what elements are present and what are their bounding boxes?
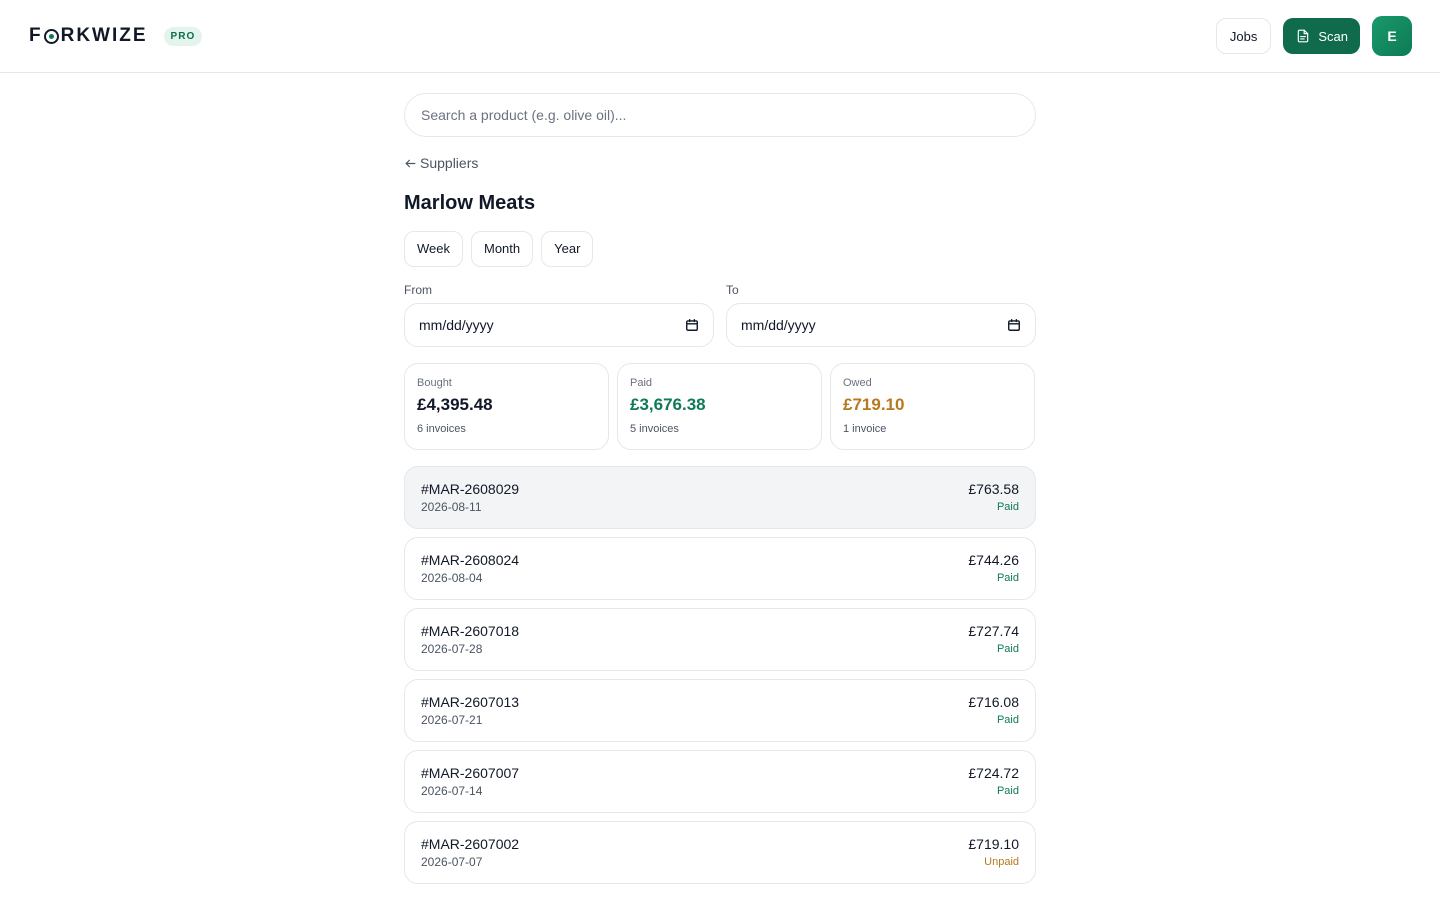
invoice-right: £719.10 Unpaid bbox=[968, 836, 1019, 868]
stat-card-bought: Bought £4,395.48 6 invoices bbox=[404, 362, 609, 450]
invoice-status-badge: Paid bbox=[996, 501, 1019, 513]
invoice-number: #MAR-2608024 bbox=[421, 551, 520, 568]
stat-subtext: 6 invoices bbox=[417, 422, 466, 435]
invoice-amount: £724.72 bbox=[968, 765, 1019, 781]
invoice-date: 2026-07-14 bbox=[421, 783, 483, 798]
logo-text-prefix: F bbox=[29, 25, 43, 46]
invoice-right: £727.74 Paid bbox=[968, 623, 1019, 655]
invoice-number: #MAR-2608029 bbox=[421, 480, 520, 497]
logo-text-suffix: RKWIZE bbox=[60, 25, 148, 46]
invoice-date: 2026-07-21 bbox=[421, 712, 483, 727]
page-title: Marlow Meats bbox=[404, 191, 536, 214]
stat-label: Owed bbox=[843, 376, 872, 389]
stat-card-paid: Paid £3,676.38 5 invoices bbox=[617, 362, 822, 450]
stat-subtext: 5 invoices bbox=[630, 422, 679, 435]
invoice-left: #MAR-2607007 2026-07-14 bbox=[421, 765, 519, 798]
invoice-right: £744.26 Paid bbox=[968, 552, 1019, 584]
invoice-list: #MAR-2608029 2026-08-11 £763.58 Paid #MAR-26… bbox=[404, 465, 1036, 884]
range-year-button[interactable]: Year bbox=[541, 230, 594, 267]
invoice-row[interactable]: #MAR-2607018 2026-07-28 £727.74 Paid bbox=[404, 607, 1036, 671]
invoice-date: 2026-08-11 bbox=[421, 499, 482, 514]
to-date-label: To bbox=[726, 282, 739, 297]
search-input[interactable] bbox=[404, 93, 1036, 137]
scan-button-label: Scan bbox=[1318, 28, 1348, 44]
back-to-suppliers-link[interactable]: Suppliers bbox=[404, 155, 478, 171]
to-date-input[interactable]: mm/dd/yyyy bbox=[726, 302, 1036, 347]
invoice-right: £763.58 Paid bbox=[968, 481, 1019, 513]
from-date-label: From bbox=[404, 282, 432, 297]
invoice-row[interactable]: #MAR-2607002 2026-07-07 £719.10 Unpaid bbox=[404, 820, 1036, 884]
stat-card-owed: Owed £719.10 1 invoice bbox=[830, 362, 1035, 450]
from-date-value: mm/dd/yyyy bbox=[419, 316, 494, 333]
stat-subtext: 1 invoice bbox=[843, 422, 887, 435]
invoice-left: #MAR-2608029 2026-08-11 bbox=[421, 481, 519, 514]
stat-label: Bought bbox=[417, 376, 452, 389]
main-content: Suppliers Marlow Meats Week Month Year F… bbox=[404, 93, 1036, 884]
invoice-row[interactable]: #MAR-2607007 2026-07-14 £724.72 Paid bbox=[404, 749, 1036, 813]
invoice-left: #MAR-2608024 2026-08-04 bbox=[421, 552, 519, 585]
invoice-left: #MAR-2607002 2026-07-07 bbox=[421, 836, 519, 869]
invoice-status-badge: Paid bbox=[996, 572, 1019, 584]
invoice-amount: £763.58 bbox=[968, 481, 1019, 497]
document-icon bbox=[1298, 29, 1309, 43]
invoice-number: #MAR-2607018 bbox=[421, 622, 520, 639]
arrow-left-icon bbox=[405, 159, 416, 167]
stat-value: £3,676.38 bbox=[630, 394, 706, 414]
jobs-button[interactable]: Jobs bbox=[1215, 18, 1272, 54]
range-week-button[interactable]: Week bbox=[404, 230, 463, 267]
pro-badge: PRO bbox=[163, 26, 203, 46]
brand: F RKWIZE PRO bbox=[29, 25, 203, 47]
summary-stats: Bought £4,395.48 6 invoices Paid £3,676.… bbox=[404, 362, 1036, 450]
stat-value: £4,395.48 bbox=[417, 394, 493, 414]
back-link-label: Suppliers bbox=[420, 155, 479, 171]
invoice-number: #MAR-2607002 bbox=[421, 835, 520, 852]
header-actions: Jobs Scan E bbox=[1215, 16, 1412, 56]
invoice-status-badge: Unpaid bbox=[984, 856, 1019, 868]
invoice-status-badge: Paid bbox=[996, 785, 1019, 797]
calendar-icon[interactable] bbox=[685, 318, 699, 332]
range-month-button[interactable]: Month bbox=[471, 230, 534, 267]
calendar-icon[interactable] bbox=[1007, 318, 1021, 332]
stat-label: Paid bbox=[630, 376, 653, 389]
stat-value: £719.10 bbox=[843, 394, 905, 414]
invoice-right: £724.72 Paid bbox=[968, 765, 1019, 797]
invoice-amount: £719.10 bbox=[968, 836, 1019, 852]
invoice-amount: £744.26 bbox=[968, 552, 1019, 568]
invoice-right: £716.08 Paid bbox=[968, 694, 1019, 726]
invoice-left: #MAR-2607018 2026-07-28 bbox=[421, 623, 519, 656]
invoice-amount: £716.08 bbox=[968, 694, 1019, 710]
scan-button[interactable]: Scan bbox=[1283, 18, 1360, 54]
invoice-row[interactable]: #MAR-2608024 2026-08-04 £744.26 Paid bbox=[404, 536, 1036, 600]
logo[interactable]: F RKWIZE bbox=[29, 25, 148, 47]
logo-o-icon bbox=[43, 28, 59, 44]
invoice-number: #MAR-2607013 bbox=[421, 693, 520, 710]
invoice-date: 2026-08-04 bbox=[421, 570, 483, 585]
to-date-value: mm/dd/yyyy bbox=[741, 316, 816, 333]
avatar[interactable]: E bbox=[1372, 16, 1412, 56]
invoice-amount: £727.74 bbox=[968, 623, 1019, 639]
invoice-status-badge: Paid bbox=[996, 714, 1019, 726]
invoice-left: #MAR-2607013 2026-07-21 bbox=[421, 694, 519, 727]
to-date-group: To mm/dd/yyyy bbox=[726, 283, 1036, 347]
invoice-row[interactable]: #MAR-2607013 2026-07-21 £716.08 Paid bbox=[404, 678, 1036, 742]
range-selector: Week Month Year bbox=[404, 230, 1036, 267]
invoice-number: #MAR-2607007 bbox=[421, 764, 520, 781]
invoice-date: 2026-07-28 bbox=[421, 641, 483, 656]
invoice-status-badge: Paid bbox=[996, 643, 1019, 655]
top-bar: F RKWIZE PRO Jobs Scan E bbox=[0, 0, 1440, 73]
date-range: From mm/dd/yyyy To mm/dd/yyyy bbox=[404, 283, 1036, 347]
from-date-group: From mm/dd/yyyy bbox=[404, 283, 714, 347]
from-date-input[interactable]: mm/dd/yyyy bbox=[404, 302, 714, 347]
invoice-date: 2026-07-07 bbox=[421, 854, 483, 869]
invoice-row[interactable]: #MAR-2608029 2026-08-11 £763.58 Paid bbox=[404, 465, 1036, 529]
